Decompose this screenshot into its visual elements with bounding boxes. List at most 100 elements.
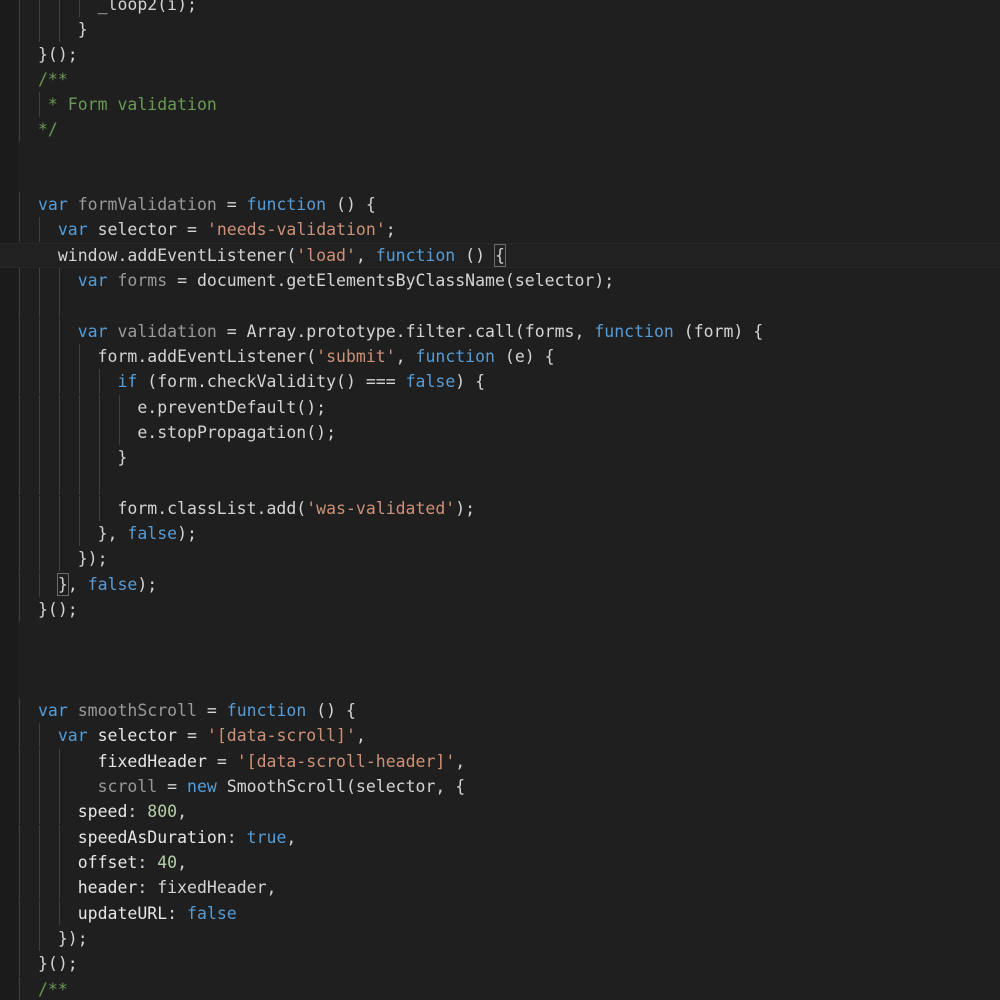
code-token: var	[38, 701, 68, 720]
code-line[interactable]: }();	[0, 42, 78, 67]
code-line[interactable]	[0, 647, 38, 672]
code-token: var	[77, 271, 108, 290]
code-token: form.addEventListener(	[38, 347, 317, 366]
code-line[interactable]	[0, 293, 38, 318]
code-line[interactable]: */	[0, 117, 58, 142]
code-line[interactable]: }();	[0, 951, 78, 976]
code-token: e.preventDefault();	[38, 398, 327, 417]
code-line[interactable]: scroll = new SmoothScroll(selector, {	[0, 774, 466, 799]
code-token: function	[415, 347, 495, 366]
code-token: _loop2(i);	[38, 0, 197, 14]
code-token: selector	[97, 726, 178, 745]
code-token: =	[206, 752, 237, 771]
code-token: ()	[455, 246, 495, 265]
code-token: function	[226, 701, 307, 720]
code-token: }	[38, 20, 88, 39]
code-token: 40	[157, 853, 178, 872]
code-token: '[data-scroll]'	[206, 726, 356, 745]
code-line[interactable]: header: fixedHeader,	[0, 875, 277, 900]
code-token: = Array.prototype.filter.call(forms,	[216, 322, 595, 341]
code-line[interactable]: var selector = '[data-scroll]',	[0, 723, 366, 748]
code-line[interactable]: offset: 40,	[0, 850, 187, 875]
code-token: if	[117, 372, 138, 391]
code-line[interactable]	[0, 470, 38, 495]
code-line[interactable]: var forms = document.getElementsByClassN…	[0, 268, 614, 293]
code-token: var	[38, 195, 68, 214]
code-token: 'was-validated'	[306, 499, 456, 518]
code-token: =	[216, 195, 247, 214]
code-token: fixedHeader	[97, 752, 207, 771]
code-line[interactable]	[0, 622, 38, 647]
code-token: ,	[355, 246, 376, 265]
code-line[interactable]	[0, 167, 38, 192]
code-line[interactable]: });	[0, 546, 108, 571]
code-line[interactable]: var formValidation = function () {	[0, 192, 376, 217]
code-token: (form.checkValidity() ===	[137, 372, 406, 391]
code-line[interactable]: });	[0, 926, 88, 951]
code-token: ;	[385, 220, 396, 239]
code-token: }();	[38, 600, 78, 619]
code-token: var	[57, 726, 88, 745]
code-line[interactable]: e.preventDefault();	[0, 395, 326, 420]
code-token: :	[127, 802, 148, 821]
code-token: :	[226, 828, 247, 847]
code-token: header	[77, 878, 138, 897]
code-token: );	[177, 524, 197, 543]
code-line[interactable]: * Form validation	[0, 92, 217, 117]
code-line[interactable]: var smoothScroll = function () {	[0, 698, 356, 723]
code-token: });	[38, 929, 88, 948]
code-line[interactable]: }	[0, 17, 88, 42]
code-line[interactable]	[0, 673, 38, 698]
code-line[interactable]: form.addEventListener('submit', function…	[0, 344, 555, 369]
code-token: new	[187, 777, 217, 796]
code-token: );	[455, 499, 476, 518]
code-line[interactable]: window.addEventListener('load', function…	[0, 243, 506, 268]
code-token: ,	[177, 802, 188, 821]
code-line[interactable]: speedAsDuration: true,	[0, 825, 297, 850]
code-token: form.classList.add(	[38, 499, 307, 518]
code-line[interactable]	[0, 142, 38, 167]
code-token: /**	[38, 980, 68, 999]
code-line[interactable]: }();	[0, 597, 78, 622]
code-line[interactable]: var validation = Array.prototype.filter.…	[0, 319, 763, 344]
code-line[interactable]: }	[0, 445, 127, 470]
code-line[interactable]: updateURL: false	[0, 901, 237, 926]
code-token: (form) {	[673, 322, 764, 341]
code-token: var	[57, 220, 88, 239]
code-line[interactable]: var selector = 'needs-validation';	[0, 217, 396, 242]
code-content[interactable]: _loop2(i); }}();/** * Form validation */v…	[0, 0, 1000, 1000]
code-token: function	[375, 246, 456, 265]
code-token: ,	[286, 828, 297, 847]
code-token: (e) {	[495, 347, 555, 366]
code-line[interactable]: _loop2(i);	[0, 0, 197, 17]
code-token: ,	[177, 853, 188, 872]
code-line[interactable]: /**	[0, 67, 68, 92]
code-token: () {	[326, 195, 376, 214]
code-token: SmoothScroll(selector, {	[216, 777, 466, 796]
code-line[interactable]: e.stopPropagation();	[0, 420, 336, 445]
code-editor[interactable]: _loop2(i); }}();/** * Form validation */v…	[0, 0, 1000, 1000]
code-line[interactable]: speed: 800,	[0, 799, 187, 824]
code-token: speed	[77, 802, 128, 821]
code-token: 800	[147, 802, 178, 821]
bracket-match-highlight: }	[56, 573, 69, 596]
code-line[interactable]: }, false);	[0, 572, 157, 597]
code-line[interactable]: if (form.checkValidity() === false) {	[0, 369, 485, 394]
code-token: 'needs-validation'	[206, 220, 386, 239]
code-line[interactable]: form.classList.add('was-validated');	[0, 496, 475, 521]
code-token: false	[127, 524, 178, 543]
code-line[interactable]: }, false);	[0, 521, 197, 546]
code-line[interactable]: /**	[0, 977, 68, 1000]
code-line[interactable]: fixedHeader = '[data-scroll-header]',	[0, 749, 466, 774]
code-token: }();	[38, 954, 78, 973]
code-token: formValidation	[77, 195, 217, 214]
